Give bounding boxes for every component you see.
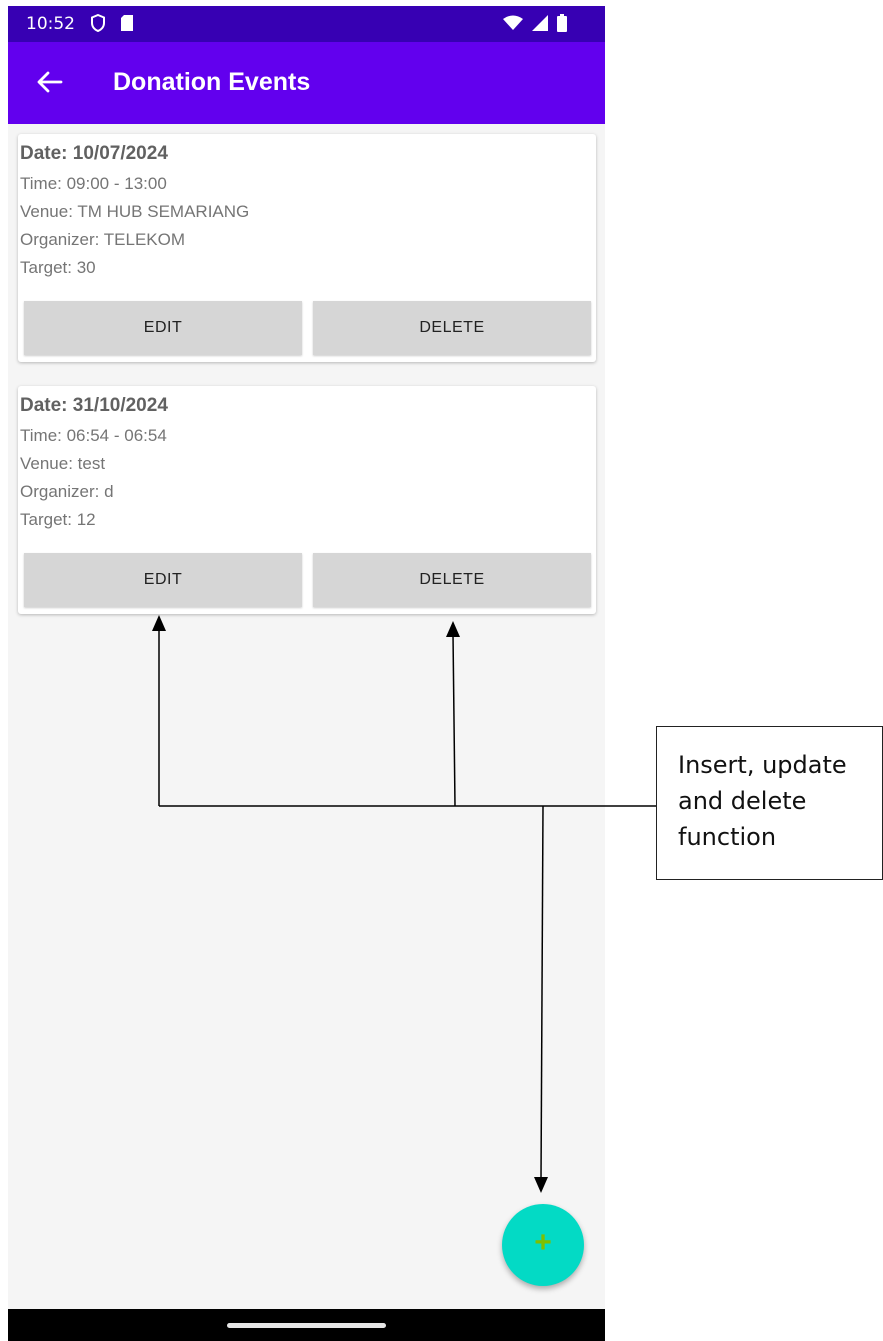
annotation-callout: Insert, update and delete function [656,726,883,880]
annotation-arrows [152,615,656,1193]
